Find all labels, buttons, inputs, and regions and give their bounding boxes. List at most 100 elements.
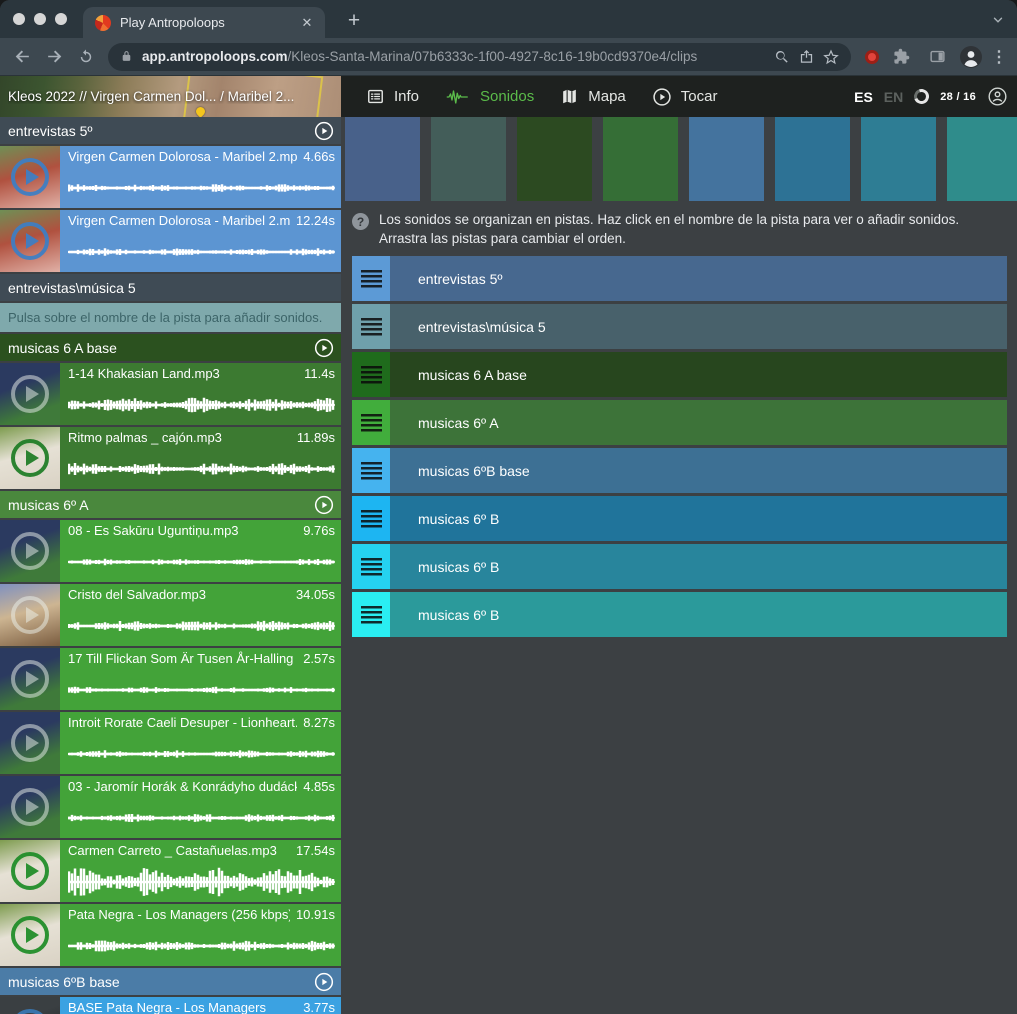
track-row-body[interactable]: musicas 6º B [390,544,1007,589]
clip-duration: 8.27s [303,715,335,730]
section-play-button[interactable] [314,338,334,358]
clip-play-icon[interactable] [11,222,49,260]
map-thumbnail[interactable]: Kleos 2022 // Virgen Carmen Dol... / Mar… [0,76,341,117]
track-color-tile[interactable] [517,117,592,201]
audio-clip[interactable]: Virgen Carmen Dolorosa - Maribel 2.mp312… [0,210,341,272]
track-drag-handle[interactable] [352,448,390,493]
zoom-page-icon[interactable] [774,49,790,65]
track-drag-handle[interactable] [352,592,390,637]
lock-icon[interactable] [120,50,133,63]
audio-clip[interactable]: Introit Rorate Caeli Desuper - Lionheart… [0,712,341,774]
clip-play-icon[interactable] [11,158,49,196]
clip-play-icon[interactable] [11,852,49,890]
audio-clip[interactable]: 1-14 Khakasian Land.mp311.4s [0,363,341,425]
clip-play-icon[interactable] [11,660,49,698]
clip-play-icon[interactable] [11,375,49,413]
track-section-header[interactable]: musicas 6ºB base [0,968,341,995]
clip-play-icon[interactable] [11,439,49,477]
close-window-button[interactable] [13,13,25,25]
audio-clip[interactable]: BASE Pata Negra - Los Managers3.77s [0,997,341,1014]
track-color-tile[interactable] [689,117,764,201]
clip-play-icon[interactable] [11,724,49,762]
address-bar[interactable]: app.antropoloops.com/Kleos-Santa-Marina/… [108,43,851,71]
audio-clip[interactable]: Cristo del Salvador.mp334.05s [0,584,341,646]
section-play-button[interactable] [314,495,334,515]
track-drag-handle[interactable] [352,256,390,301]
track-row-body[interactable]: musicas 6º B [390,592,1007,637]
clip-play-icon[interactable] [11,788,49,826]
track-color-tile[interactable] [431,117,506,201]
track-drag-handle[interactable] [352,352,390,397]
track-row-body[interactable]: entrevistas 5º [390,256,1007,301]
track-color-tile[interactable] [947,117,1017,201]
track-row[interactable]: musicas 6º B [352,496,1007,541]
track-row[interactable]: entrevistas 5º [352,256,1007,301]
lang-en-button[interactable]: EN [884,89,903,105]
back-icon[interactable] [8,43,36,71]
side-panel-icon[interactable] [923,43,951,71]
audio-clip[interactable]: 08 - Es Sakūru Uguntiņu.mp39.76s [0,520,341,582]
track-row[interactable]: musicas 6º B [352,592,1007,637]
clip-body: Cristo del Salvador.mp334.05s [60,584,341,646]
clip-title-row: 17 Till Flickan Som Är Tusen År-Halling … [68,651,335,670]
traffic-lights [0,13,83,38]
tab-search-chevron-icon[interactable] [991,13,1005,27]
track-drag-handle[interactable] [352,496,390,541]
extensions-puzzle-icon[interactable] [887,43,915,71]
browser-menu-icon[interactable]: ⋮ [991,47,1007,67]
track-row-body[interactable]: musicas 6ºB base [390,448,1007,493]
audio-clip[interactable]: 17 Till Flickan Som Är Tusen År-Halling … [0,648,341,710]
tab-mapa[interactable]: Mapa [547,76,639,117]
track-row[interactable]: musicas 6ºB base [352,448,1007,493]
audio-clip[interactable]: Virgen Carmen Dolorosa - Maribel 2.mp34.… [0,146,341,208]
profile-avatar[interactable] [959,45,983,69]
account-icon[interactable] [987,86,1008,107]
track-drag-handle[interactable] [352,400,390,445]
track-color-tile[interactable] [861,117,936,201]
track-drag-handle[interactable] [352,544,390,589]
track-row-body[interactable]: musicas 6º B [390,496,1007,541]
track-color-tile[interactable] [775,117,850,201]
audio-clip[interactable]: 03 - Jaromír Horák & Konrádyho dudácká .… [0,776,341,838]
minimize-window-button[interactable] [34,13,46,25]
zoom-window-button[interactable] [55,13,67,25]
tab-close-icon[interactable]: ✕ [297,13,317,33]
track-row[interactable]: musicas 6º A [352,400,1007,445]
record-indicator-icon[interactable] [865,50,879,64]
browser-tab[interactable]: Play Antropoloops ✕ [83,7,325,38]
track-section-header[interactable]: entrevistas 5º [0,117,341,144]
audio-clip[interactable]: Ritmo palmas _ cajón.mp311.89s [0,427,341,489]
audio-clip[interactable]: Pata Negra - Los Managers (256 kbps).mp3… [0,904,341,966]
track-row-body[interactable]: entrevistas\música 5 [390,304,1007,349]
forward-icon[interactable] [40,43,68,71]
tab-sonidos[interactable]: Sonidos [432,76,547,117]
clip-play-icon[interactable] [11,1009,49,1014]
clip-play-icon[interactable] [11,532,49,570]
track-row[interactable]: musicas 6º B [352,544,1007,589]
new-tab-button[interactable]: + [339,9,369,33]
track-row[interactable]: musicas 6 A base [352,352,1007,397]
header-right: ES EN 28 / 16 [854,76,1017,117]
tab-tocar[interactable]: Tocar [639,76,731,117]
track-color-tile[interactable] [345,117,420,201]
track-drag-handle[interactable] [352,304,390,349]
track-section-header[interactable]: musicas 6º A [0,491,341,518]
section-play-button[interactable] [314,121,334,141]
bookmark-star-icon[interactable] [823,49,839,65]
clip-title-row: Cristo del Salvador.mp334.05s [68,587,335,606]
share-icon[interactable] [799,49,814,64]
clip-thumbnail [0,146,60,208]
track-section-header[interactable]: entrevistas\música 5 [0,274,341,301]
track-row[interactable]: entrevistas\música 5 [352,304,1007,349]
clip-play-icon[interactable] [11,596,49,634]
audio-clip[interactable]: Carmen Carreto _ Castañuelas.mp317.54s [0,840,341,902]
clip-play-icon[interactable] [11,916,49,954]
reload-icon[interactable] [72,43,100,71]
track-section-header[interactable]: musicas 6 A base [0,334,341,361]
track-row-body[interactable]: musicas 6 A base [390,352,1007,397]
track-color-tile[interactable] [603,117,678,201]
tab-info[interactable]: Info [353,76,432,117]
track-row-body[interactable]: musicas 6º A [390,400,1007,445]
lang-es-button[interactable]: ES [854,89,873,105]
section-play-button[interactable] [314,972,334,992]
